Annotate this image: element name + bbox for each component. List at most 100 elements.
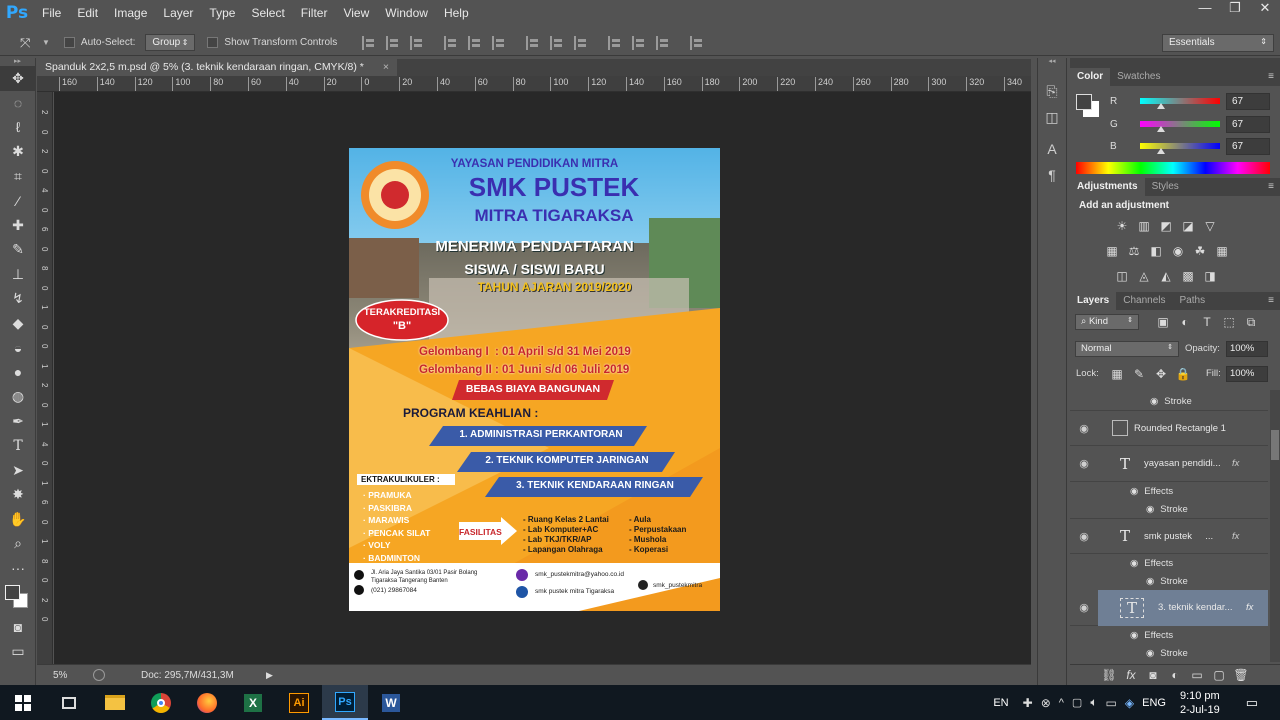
eraser-tool-icon[interactable]: ◆: [0, 311, 36, 336]
channel-mixer-icon[interactable]: ☘: [1192, 243, 1208, 259]
threshold-icon[interactable]: ◭: [1158, 268, 1174, 284]
color-balance-icon[interactable]: ⚖: [1126, 243, 1142, 259]
layer-effect-stroke[interactable]: ◉ Stroke: [1070, 572, 1268, 590]
tab-adjustments[interactable]: Adjustments: [1070, 178, 1145, 196]
battery-icon[interactable]: ▭: [1106, 696, 1117, 710]
eye-icon[interactable]: ◉: [1130, 558, 1138, 569]
fx-icon[interactable]: fx: [1232, 531, 1239, 542]
selective-color-icon[interactable]: ◨: [1202, 268, 1218, 284]
history-brush-tool-icon[interactable]: ↯: [0, 287, 36, 312]
curves-icon[interactable]: ◩: [1158, 218, 1174, 234]
green-value[interactable]: 67: [1226, 115, 1270, 133]
vibrance-icon[interactable]: ▽: [1202, 218, 1218, 234]
chevron-down-icon[interactable]: ▼: [42, 38, 50, 47]
color-lookup-icon[interactable]: ▦: [1214, 243, 1230, 259]
quick-select-tool-icon[interactable]: ✱: [0, 140, 36, 165]
volume-icon[interactable]: 🔈︎: [1090, 695, 1097, 710]
tab-swatches[interactable]: Swatches: [1110, 68, 1167, 86]
close-button[interactable]: ✕: [1250, 0, 1280, 18]
collapse-toolbar-icon[interactable]: ▸▸: [0, 58, 35, 66]
distribute-hcenter-icon[interactable]: [632, 35, 646, 50]
new-layer-icon[interactable]: ▢: [1211, 667, 1227, 683]
collapse-dock-icon[interactable]: ◂◂: [1038, 58, 1066, 66]
filter-adjustment-icon[interactable]: ◐: [1177, 314, 1193, 330]
auto-select-checkbox[interactable]: [63, 37, 75, 48]
layer-effects-row[interactable]: ◉ Effects: [1070, 626, 1268, 644]
menu-edit[interactable]: Edit: [69, 0, 106, 26]
illustrator-icon[interactable]: Ai: [276, 685, 322, 720]
notifications-icon[interactable]: ▭: [1246, 695, 1258, 711]
align-right-icon[interactable]: [492, 35, 506, 50]
exposure-icon[interactable]: ◪: [1180, 218, 1196, 234]
layer-effect-stroke[interactable]: ◉ Stroke: [1070, 500, 1268, 518]
brush-tool-icon[interactable]: ✎: [0, 238, 36, 263]
zoom-tool-icon[interactable]: ⌕: [0, 532, 36, 557]
chrome-icon[interactable]: [138, 685, 184, 720]
status-info-icon[interactable]: [93, 669, 105, 681]
eye-icon[interactable]: ◉: [1070, 457, 1098, 470]
lock-image-icon[interactable]: ✎: [1131, 366, 1147, 382]
workspace-dropdown[interactable]: Essentials ⇕: [1162, 34, 1274, 52]
move-tool-icon[interactable]: ✥: [0, 66, 36, 91]
eye-icon[interactable]: ◉: [1070, 422, 1098, 435]
quick-mask-icon[interactable]: ◙: [0, 615, 36, 640]
align-top-icon[interactable]: [362, 35, 376, 50]
word-icon[interactable]: W: [368, 685, 414, 720]
paragraph-panel-icon[interactable]: ¶: [1038, 162, 1066, 188]
blue-slider[interactable]: [1140, 143, 1220, 154]
poster-canvas[interactable]: YAYASAN PENDIDIKAN MITRA SMK PUSTEK MITR…: [349, 148, 720, 611]
align-vcenter-icon[interactable]: [386, 35, 400, 50]
custom-shape-tool-icon[interactable]: ✸: [0, 483, 36, 508]
eye-icon[interactable]: ◉: [1150, 396, 1158, 407]
distribute-bottom-icon[interactable]: [574, 35, 588, 50]
dodge-tool-icon[interactable]: ◍: [0, 385, 36, 410]
tray-chevron-icon[interactable]: ^: [1059, 697, 1064, 709]
eye-icon[interactable]: ◉: [1146, 648, 1154, 659]
lasso-tool-icon[interactable]: ℓ: [0, 115, 36, 140]
layer-row[interactable]: ◉ T smk pustek ... fx: [1070, 518, 1268, 554]
filter-pixel-icon[interactable]: ▣: [1155, 314, 1171, 330]
horizontal-ruler[interactable]: 160 140 120 100 80 60 40 20 0 20 40 60 80 100 120 140 16…: [37, 76, 1031, 92]
layer-effects-row[interactable]: ◉ Effects: [1070, 554, 1268, 572]
menu-layer[interactable]: Layer: [155, 0, 201, 26]
tab-channels[interactable]: Channels: [1116, 292, 1172, 310]
add-mask-icon[interactable]: ◙: [1145, 667, 1161, 683]
align-bottom-icon[interactable]: [410, 35, 424, 50]
task-view-icon[interactable]: [46, 685, 92, 720]
lock-transparent-icon[interactable]: ▦: [1109, 366, 1125, 382]
minimize-button[interactable]: —: [1190, 0, 1220, 18]
auto-select-dropdown[interactable]: Group ⇕: [145, 34, 196, 51]
eye-icon[interactable]: ◉: [1070, 601, 1098, 614]
filter-smart-object-icon[interactable]: ⧉: [1243, 314, 1259, 330]
excel-icon[interactable]: X: [230, 685, 276, 720]
fx-icon[interactable]: fx: [1232, 458, 1239, 469]
brightness-contrast-icon[interactable]: ☀: [1114, 218, 1130, 234]
add-style-fx-icon[interactable]: fx: [1123, 667, 1139, 683]
panel-menu-icon[interactable]: ≡: [1268, 181, 1274, 192]
tab-color[interactable]: Color: [1070, 68, 1111, 86]
restore-button[interactable]: ❐: [1220, 0, 1250, 18]
align-left-icon[interactable]: [444, 35, 458, 50]
crop-tool-icon[interactable]: ⌗: [0, 164, 36, 189]
color-spectrum-bar[interactable]: [1076, 162, 1270, 174]
layer-row[interactable]: ◉ T yayasan pendidi... fx: [1070, 446, 1268, 482]
levels-icon[interactable]: ▥: [1136, 218, 1152, 234]
file-explorer-icon[interactable]: [92, 685, 138, 720]
menu-select[interactable]: Select: [243, 0, 292, 26]
delete-layer-icon[interactable]: 🗑: [1233, 667, 1249, 683]
posterize-icon[interactable]: ◬: [1136, 268, 1152, 284]
network-status-icon[interactable]: ⊗: [1041, 696, 1051, 710]
hand-tool-icon[interactable]: ✋: [0, 507, 36, 532]
properties-panel-icon[interactable]: ◫: [1038, 104, 1066, 130]
eye-icon[interactable]: ◉: [1146, 504, 1154, 515]
tab-styles[interactable]: Styles: [1145, 178, 1186, 196]
move-tool-preset-icon[interactable]: ⤧: [20, 35, 42, 51]
menu-type[interactable]: Type: [201, 0, 243, 26]
layer-effect-stroke[interactable]: ◉ Stroke: [1070, 392, 1268, 410]
align-hcenter-icon[interactable]: [468, 35, 482, 50]
more-tools-icon[interactable]: ···: [0, 556, 36, 581]
scrollbar-thumb[interactable]: [1271, 430, 1279, 460]
layer-effect-stroke[interactable]: ◉ Stroke: [1070, 644, 1268, 662]
blur-tool-icon[interactable]: ●: [0, 360, 36, 385]
tray-app-icon[interactable]: ✚: [1023, 696, 1033, 710]
